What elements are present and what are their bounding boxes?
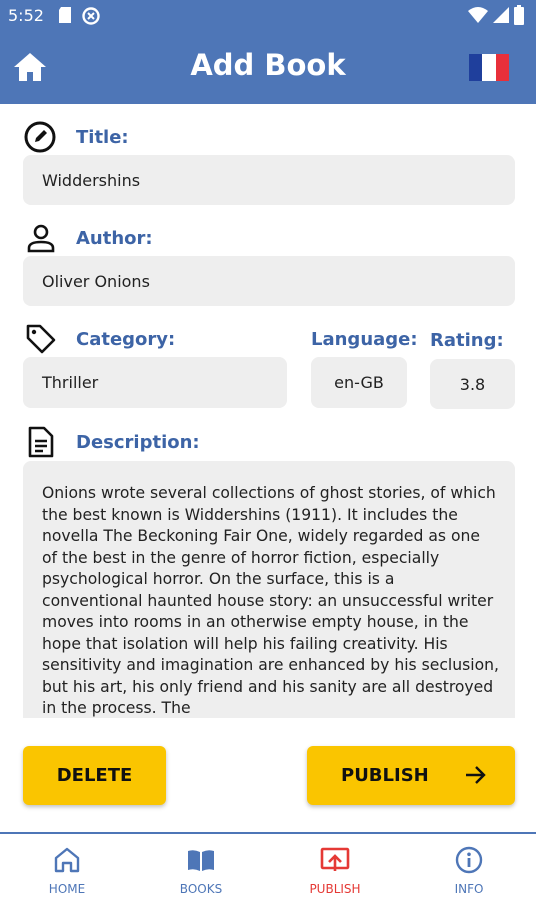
- rating-label: Rating:: [430, 330, 504, 351]
- home-icon: [54, 847, 80, 873]
- publish-icon: [320, 847, 350, 871]
- signal-icon: [493, 7, 509, 23]
- rating-field[interactable]: 3.8: [430, 359, 515, 409]
- data-saver-icon: [82, 7, 100, 25]
- person-icon: [27, 224, 55, 253]
- delete-button[interactable]: DELETE: [23, 746, 166, 805]
- info-icon: [455, 846, 483, 874]
- delete-button-label: DELETE: [56, 765, 133, 786]
- nav-item-info[interactable]: INFO: [402, 834, 536, 900]
- title-label: Title:: [76, 127, 129, 148]
- author-field[interactable]: Oliver Onions: [23, 256, 515, 306]
- flag-stripe-white: [482, 54, 496, 81]
- publish-button-label: PUBLISH: [341, 765, 429, 786]
- bottom-navigation: HOME BOOKS PUBLISH INFO: [0, 832, 536, 900]
- title-field[interactable]: Widdershins: [23, 155, 515, 205]
- description-field[interactable]: Onions wrote several collections of ghos…: [23, 461, 515, 718]
- language-flag-button[interactable]: [469, 54, 509, 81]
- nav-label-home: HOME: [48, 882, 86, 896]
- category-label: Category:: [76, 329, 176, 350]
- status-time: 5:52: [8, 6, 44, 25]
- nav-label-info: INFO: [454, 882, 484, 896]
- document-icon: [28, 426, 54, 458]
- status-notification-icons: [57, 6, 101, 26]
- language-field[interactable]: en-GB: [311, 357, 407, 408]
- tag-icon: [26, 324, 56, 354]
- wifi-icon: [468, 7, 488, 23]
- language-label: Language:: [311, 329, 418, 350]
- status-system-icons: [468, 5, 524, 25]
- flag-stripe-blue: [469, 54, 483, 81]
- sd-card-icon: [59, 7, 71, 23]
- nav-item-publish[interactable]: PUBLISH: [268, 834, 402, 900]
- nav-item-books[interactable]: BOOKS: [134, 834, 268, 900]
- page-title: Add Book: [190, 48, 346, 82]
- author-label: Author:: [76, 228, 153, 249]
- nav-label-publish: PUBLISH: [309, 882, 361, 896]
- nav-label-books: BOOKS: [179, 882, 223, 896]
- flag-stripe-red: [495, 54, 509, 81]
- category-field[interactable]: Thriller: [23, 357, 287, 408]
- edit-icon: [24, 121, 56, 153]
- book-icon: [188, 850, 214, 871]
- publish-button[interactable]: PUBLISH: [307, 746, 515, 805]
- nav-item-home[interactable]: HOME: [0, 834, 134, 900]
- battery-icon: [514, 5, 524, 25]
- app-bar: Add Book: [0, 30, 536, 104]
- description-label: Description:: [76, 432, 200, 453]
- arrow-right-icon: [466, 766, 486, 784]
- status-bar: 5:52: [0, 0, 536, 30]
